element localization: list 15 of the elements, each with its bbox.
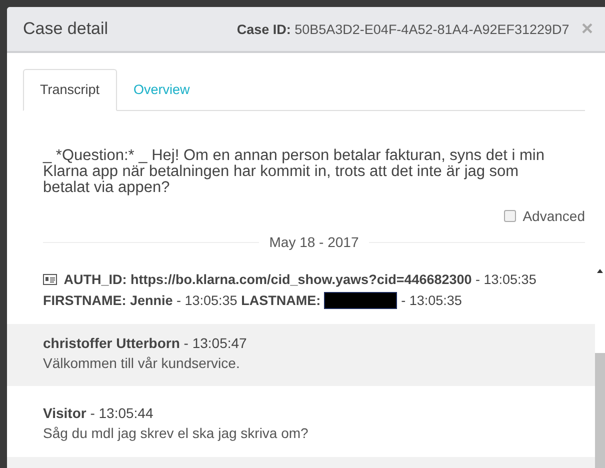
id-card-icon [43, 274, 57, 285]
scroll-up-icon[interactable] [597, 269, 603, 273]
message-author: christoffer Utterborn [43, 335, 180, 351]
tab[interactable]: Transcript [23, 69, 117, 111]
message-text: Såg du mdl jag skrev el ska jag skriva om? [43, 424, 310, 443]
window-title: Case detail [23, 19, 110, 39]
date-separator: May 18 - 2017 [269, 234, 359, 250]
case-id: Case ID: 50B5A3D2-E04F-4A52-81A4-A92EF31229D7 [236, 22, 570, 36]
advanced-checkbox[interactable]: Advanced [504, 208, 585, 224]
message-time: - 13:05:44 [90, 405, 154, 421]
message-author: Visitor [43, 405, 86, 421]
question-text: _ *Question:* _ Hej! Om en annan person betalar fakturan, syns det i min Klarna app när betalningen har kommit in, trots att det inte är jag som betalat via appen? [43, 148, 546, 196]
message-text: Välkommen till vår kundservice. [43, 354, 241, 373]
system-message: AUTH_ID: https://bo.klarna.com/cid_show.yaws?cid=446682300 - 13:05:35 FIRSTNAME: Jennie - 13:05:35 LASTNAME: - 13:05:35 [43, 271, 538, 311]
message-time: - 13:05:47 [184, 335, 247, 351]
